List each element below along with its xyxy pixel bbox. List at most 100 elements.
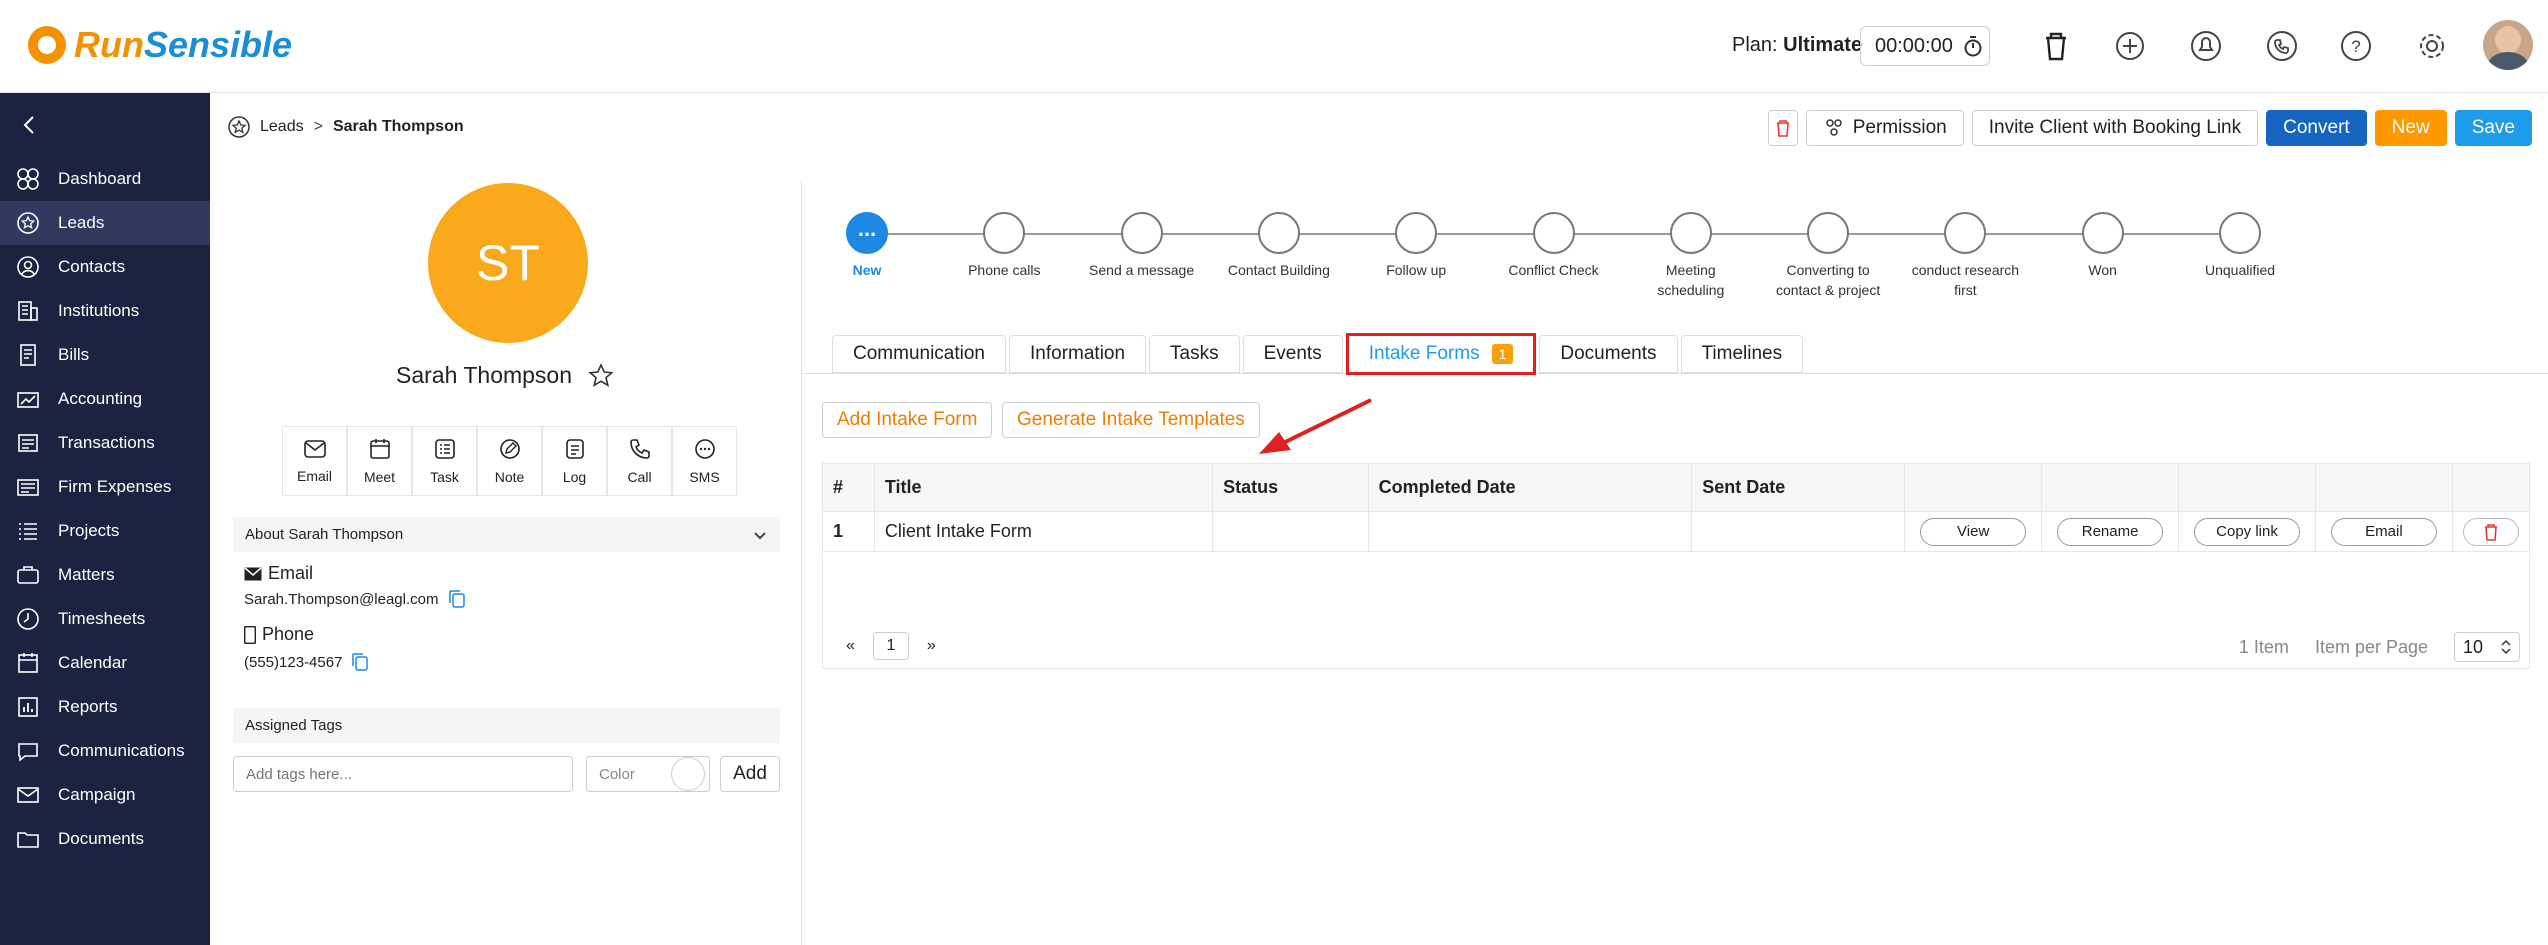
- sidebar-item-campaign[interactable]: Campaign: [0, 773, 210, 817]
- user-avatar[interactable]: [2483, 20, 2533, 70]
- pager-page[interactable]: 1: [872, 632, 909, 660]
- sidebar-item-firm-expenses[interactable]: Firm Expenses: [0, 465, 210, 509]
- quick-action-note[interactable]: Note: [477, 426, 542, 496]
- invite-client-button[interactable]: Invite Client with Booking Link: [1971, 110, 2259, 146]
- collapse-sidebar-icon[interactable]: [18, 113, 42, 137]
- stage-item[interactable]: Send a message: [1072, 212, 1212, 280]
- stage-dot[interactable]: [2081, 212, 2124, 254]
- breadcrumb-leads[interactable]: Leads: [260, 118, 304, 136]
- sidebar-item-documents[interactable]: Documents: [0, 817, 210, 861]
- trash-icon[interactable]: [2036, 26, 2076, 66]
- quick-action-log[interactable]: Log: [542, 426, 607, 496]
- delete-lead-button[interactable]: [1767, 110, 1798, 146]
- stage-dot[interactable]: [1807, 212, 1850, 254]
- note-icon: [499, 438, 521, 463]
- stage-item[interactable]: Follow up: [1346, 212, 1486, 280]
- stage-item[interactable]: Won: [2033, 212, 2173, 280]
- copy-email-icon[interactable]: [447, 589, 467, 609]
- tags-input[interactable]: [233, 756, 573, 792]
- stage-label: Won: [2033, 260, 2173, 280]
- sidebar-item-communications[interactable]: Communications: [0, 729, 210, 773]
- sidebar-item-dashboard[interactable]: Dashboard: [0, 157, 210, 201]
- delete-row-button[interactable]: [2462, 517, 2519, 546]
- timer-display[interactable]: 00:00:00: [1860, 26, 1990, 66]
- quick-action-label: Call: [627, 468, 652, 485]
- sidebar-item-leads[interactable]: Leads: [0, 201, 210, 245]
- stage-item[interactable]: ... New: [797, 212, 937, 280]
- tab-events[interactable]: Events: [1242, 335, 1343, 373]
- sidebar-item-matters[interactable]: Matters: [0, 553, 210, 597]
- about-section-header[interactable]: About Sarah Thompson: [233, 517, 780, 552]
- stage-dot[interactable]: [983, 212, 1026, 254]
- notification-bell-icon[interactable]: [2186, 26, 2226, 66]
- stage-dot[interactable]: [1120, 212, 1163, 254]
- add-tag-button[interactable]: Add: [720, 756, 780, 792]
- stage-dot[interactable]: [1395, 212, 1438, 254]
- tab-documents[interactable]: Documents: [1539, 335, 1678, 373]
- add-time-icon[interactable]: [2110, 26, 2150, 66]
- stage-dot[interactable]: [1944, 212, 1987, 254]
- per-page-select[interactable]: 10: [2454, 632, 2520, 662]
- favorite-star-icon[interactable]: [588, 362, 614, 389]
- sidebar-item-projects[interactable]: Projects: [0, 509, 210, 553]
- stage-item[interactable]: Conflict Check: [1484, 212, 1624, 280]
- stage-label: Send a message: [1072, 260, 1212, 280]
- quick-action-email[interactable]: Email: [282, 426, 347, 496]
- stage-dot-current[interactable]: ...: [846, 212, 888, 254]
- sidebar-item-reports[interactable]: Reports: [0, 685, 210, 729]
- sidebar-item-accounting[interactable]: Accounting: [0, 377, 210, 421]
- copy-link-button[interactable]: Copy link: [2194, 517, 2301, 546]
- stage-dot[interactable]: [1532, 212, 1575, 254]
- pager-next[interactable]: »: [927, 637, 936, 655]
- stage-dot[interactable]: [1257, 212, 1300, 254]
- phone-icon[interactable]: [2262, 26, 2302, 66]
- sidebar-item-transactions[interactable]: Transactions: [0, 421, 210, 465]
- stage-label-line: Send a message: [1089, 262, 1195, 278]
- per-page-label: Item per Page: [2314, 636, 2428, 657]
- sidebar-item-contacts[interactable]: Contacts: [0, 245, 210, 289]
- email-form-button[interactable]: Email: [2330, 517, 2437, 546]
- quick-action-sms[interactable]: SMS: [672, 426, 737, 496]
- sidebar-item-bills[interactable]: Bills: [0, 333, 210, 377]
- save-button[interactable]: Save: [2454, 110, 2532, 146]
- convert-button[interactable]: Convert: [2266, 110, 2367, 146]
- pagination: « 1 »: [846, 632, 936, 660]
- stage-dot[interactable]: [2219, 212, 2261, 254]
- stage-item[interactable]: Contact Building: [1209, 212, 1349, 280]
- sidebar-item-label: Campaign: [58, 785, 136, 804]
- tab-tasks[interactable]: Tasks: [1149, 335, 1240, 373]
- app-logo[interactable]: RunSensible: [28, 24, 292, 66]
- breadcrumb-current: Sarah Thompson: [332, 118, 464, 135]
- sidebar-item-calendar[interactable]: Calendar: [0, 641, 210, 685]
- accounting-icon: [14, 385, 42, 413]
- stage-item[interactable]: Unqualified: [2170, 212, 2310, 280]
- add-intake-form-button[interactable]: Add Intake Form: [822, 402, 993, 438]
- stage-item[interactable]: Converting to contact & project: [1758, 212, 1898, 300]
- quick-action-meet[interactable]: Meet: [347, 426, 412, 496]
- view-button[interactable]: View: [1920, 517, 2027, 546]
- stage-dot[interactable]: [1669, 212, 1712, 254]
- stage-item[interactable]: Meeting scheduling: [1621, 212, 1761, 300]
- rename-button[interactable]: Rename: [2057, 517, 2164, 546]
- color-swatch[interactable]: [671, 757, 705, 791]
- pager-prev[interactable]: «: [846, 637, 855, 655]
- new-button[interactable]: New: [2374, 110, 2447, 146]
- permission-button[interactable]: Permission: [1805, 110, 1964, 146]
- tab-information[interactable]: Information: [1009, 335, 1147, 373]
- tab-timelines[interactable]: Timelines: [1680, 335, 1804, 373]
- generate-intake-templates-button[interactable]: Generate Intake Templates: [1002, 402, 1260, 438]
- settings-gear-icon[interactable]: [2412, 26, 2452, 66]
- tab-communication[interactable]: Communication: [832, 335, 1006, 373]
- timer-value: 00:00:00: [1875, 34, 1953, 57]
- stage-item[interactable]: conduct research first: [1895, 212, 2035, 300]
- sidebar-item-institutions[interactable]: Institutions: [0, 289, 210, 333]
- help-icon[interactable]: ?: [2336, 26, 2376, 66]
- copy-phone-icon[interactable]: [350, 652, 370, 672]
- tag-color-picker[interactable]: Color: [586, 756, 710, 792]
- quick-action-call[interactable]: Call: [607, 426, 672, 496]
- tab-label: Timelines: [1701, 343, 1783, 364]
- stage-item[interactable]: Phone calls: [934, 212, 1074, 280]
- tab-intake-forms[interactable]: Intake Forms 1: [1345, 333, 1537, 375]
- quick-action-task[interactable]: Task: [412, 426, 477, 496]
- sidebar-item-timesheets[interactable]: Timesheets: [0, 597, 210, 641]
